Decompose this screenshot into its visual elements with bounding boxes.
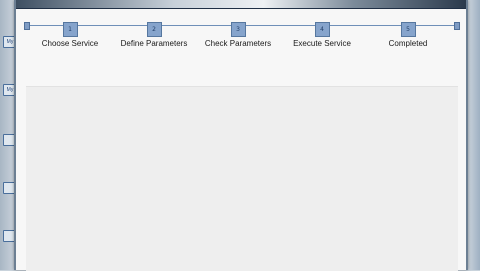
- step-4[interactable]: 4 Execute Service: [282, 18, 362, 48]
- step-label: Choose Service: [41, 39, 99, 48]
- step-label: Completed: [388, 39, 428, 48]
- step-label: Check Parameters: [204, 39, 272, 48]
- desktop-shortcut-label: My: [6, 87, 14, 93]
- step-number-box: 5: [400, 22, 416, 37]
- step-number-box: 3: [230, 22, 246, 37]
- step-number-box: 2: [146, 22, 162, 37]
- step-5[interactable]: 5 Completed: [368, 18, 448, 48]
- step-2[interactable]: 2 Define Parameters: [114, 18, 194, 48]
- step-3[interactable]: 3 Check Parameters: [198, 18, 278, 48]
- rail-end-cap: [454, 22, 460, 30]
- step-number-box: 1: [62, 22, 78, 37]
- header-banner-image: [16, 0, 466, 9]
- wizard-window: 1 Choose Service 2 Define Parameters 3 C…: [14, 0, 468, 271]
- wizard-content-panel: [26, 86, 458, 271]
- step-label: Define Parameters: [120, 39, 188, 48]
- step-progress-bar: 1 Choose Service 2 Define Parameters 3 C…: [16, 12, 466, 52]
- desktop-shortcut-label: My: [6, 39, 14, 45]
- step-1[interactable]: 1 Choose Service: [30, 18, 110, 48]
- step-label: Execute Service: [293, 39, 351, 48]
- step-number-box: 4: [314, 22, 330, 37]
